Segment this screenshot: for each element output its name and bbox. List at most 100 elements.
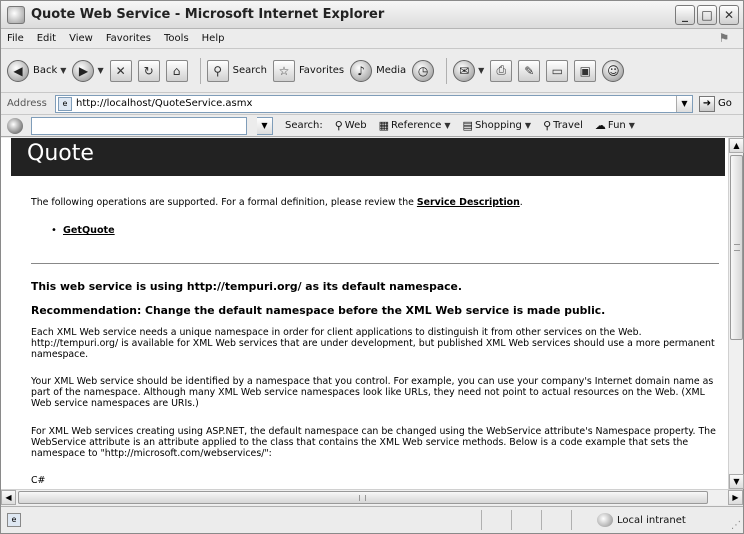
menu-help[interactable]: Help	[202, 33, 225, 44]
history-button[interactable]: ◷	[412, 56, 435, 86]
browser-window: Quote Web Service - Microsoft Internet E…	[0, 0, 744, 534]
scroll-left-icon[interactable]: ◀	[1, 490, 16, 505]
scroll-grip-icon	[734, 244, 740, 251]
reference-icon: ▦	[378, 119, 390, 132]
edit-icon: ✎	[518, 59, 541, 82]
media-icon: ♪	[350, 59, 373, 82]
web-search-button[interactable]: ⚲ Web	[335, 119, 367, 132]
page-title: Quote	[27, 141, 94, 166]
status-divider	[541, 510, 542, 530]
paragraph-3: For XML Web services creating using ASP.…	[31, 426, 716, 459]
divider	[31, 263, 719, 264]
search-label: Search:	[285, 120, 323, 131]
horizontal-scrollbar[interactable]: ◀ ▶	[1, 489, 743, 505]
paragraph-2: Your XML Web service should be identifie…	[31, 376, 714, 409]
forward-arrow-icon: ▶	[72, 59, 95, 82]
maximize-button[interactable]: □	[697, 5, 717, 25]
forward-button[interactable]: ▶ ▼	[72, 56, 104, 86]
scroll-right-icon[interactable]: ▶	[728, 490, 743, 505]
menu-favorites[interactable]: Favorites	[106, 33, 151, 44]
status-divider	[481, 510, 482, 530]
back-arrow-icon: ◀	[7, 59, 29, 82]
toolbar-separator	[446, 57, 448, 84]
messenger-icon: ☺	[602, 59, 625, 82]
address-url[interactable]: http://localhost/QuoteService.asmx	[76, 98, 252, 109]
menu-view[interactable]: View	[69, 33, 93, 44]
media-button[interactable]: ♪ Media	[350, 56, 406, 86]
travel-button[interactable]: ⚲ Travel	[543, 119, 583, 132]
web-label: Web	[344, 120, 367, 131]
page-icon: e	[58, 96, 72, 111]
standard-toolbar: ◀ Back ▼ ▶ ▼ ✕ ↻ ⌂ ⚲ Search ☆ Favorites …	[1, 49, 743, 93]
refresh-icon: ↻	[137, 59, 160, 82]
search-toolbar: ▼ Search: ⚲ Web ▦ Reference ▼ ▤ Shopping ▼ ⚲ T…	[1, 115, 743, 137]
printer-icon: ⎙	[490, 59, 513, 82]
go-label: Go	[718, 98, 732, 109]
windows-logo-icon: ⚑	[718, 31, 730, 45]
refresh-button[interactable]: ↻	[137, 56, 160, 86]
home-button[interactable]: ⌂	[165, 56, 188, 86]
getquote-link[interactable]: GetQuote	[63, 225, 115, 236]
code-language-label: C#	[31, 475, 46, 486]
namespace-line: This web service is using http://tempuri…	[31, 280, 462, 293]
discuss-icon: ▭	[546, 59, 569, 82]
discuss-button[interactable]: ▭	[546, 56, 569, 86]
resize-grip-icon[interactable]: ⋰	[731, 520, 741, 531]
fun-dropdown-icon[interactable]: ▼	[629, 121, 635, 130]
paragraph-1: Each XML Web service needs a unique name…	[31, 327, 715, 360]
status-divider	[511, 510, 512, 530]
intranet-zone-icon	[597, 513, 613, 527]
status-divider	[571, 510, 572, 530]
shopping-button[interactable]: ▤ Shopping ▼	[463, 119, 532, 132]
menu-edit[interactable]: Edit	[37, 33, 56, 44]
search-label: Search	[232, 65, 267, 76]
service-description-link[interactable]: Service Description	[417, 197, 520, 208]
minimize-button[interactable]: _	[675, 5, 695, 25]
mail-button[interactable]: ✉ ▼	[453, 56, 484, 86]
shopping-dropdown-icon[interactable]: ▼	[525, 121, 531, 130]
menu-tools[interactable]: Tools	[164, 33, 189, 44]
reference-button[interactable]: ▦ Reference ▼	[379, 119, 451, 132]
search-provider-icon[interactable]	[7, 117, 23, 134]
search-toolbar-input[interactable]	[31, 116, 247, 135]
back-button[interactable]: ◀ Back ▼	[7, 56, 66, 86]
window-controls: _ □ ✕	[675, 5, 739, 25]
go-button[interactable]: ➜ Go	[699, 95, 732, 112]
scroll-up-icon[interactable]: ▲	[729, 138, 744, 153]
security-zone[interactable]: Local intranet	[597, 513, 686, 527]
shopping-icon: ▤	[462, 119, 473, 132]
reference-dropdown-icon[interactable]: ▼	[444, 121, 450, 130]
favorites-label: Favorites	[298, 65, 345, 76]
scroll-down-icon[interactable]: ▼	[729, 474, 744, 489]
vertical-scroll-thumb[interactable]	[730, 155, 743, 340]
address-input[interactable]: e http://localhost/QuoteService.asmx ▼	[55, 94, 693, 113]
horizontal-scroll-thumb[interactable]	[18, 491, 708, 504]
search-button[interactable]: ⚲ Search	[206, 56, 267, 86]
menu-file[interactable]: File	[7, 33, 24, 44]
title-bar: Quote Web Service - Microsoft Internet E…	[1, 1, 743, 29]
mail-dropdown-icon[interactable]: ▼	[478, 66, 484, 75]
address-dropdown-icon[interactable]: ▼	[676, 95, 692, 112]
back-dropdown-icon[interactable]: ▼	[60, 66, 66, 75]
window-title: Quote Web Service - Microsoft Internet E…	[31, 7, 385, 22]
history-icon: ◷	[412, 59, 435, 82]
shopping-label: Shopping	[474, 120, 522, 131]
vertical-scrollbar[interactable]: ▲ ▼	[728, 138, 744, 489]
fun-button[interactable]: ☁ Fun ▼	[595, 119, 635, 132]
edit-button[interactable]: ✎	[518, 56, 541, 86]
stop-button[interactable]: ✕	[109, 56, 132, 86]
favorites-button[interactable]: ☆ Favorites	[272, 56, 345, 86]
bullet-icon: •	[51, 225, 57, 236]
intro-sentence: The following operations are supported. …	[31, 197, 417, 208]
close-button[interactable]: ✕	[719, 5, 739, 25]
magnifier-icon: ⚲	[334, 119, 343, 132]
media-label: Media	[376, 65, 407, 76]
address-bar: Address e http://localhost/QuoteService.…	[1, 93, 743, 115]
forward-dropdown-icon[interactable]: ▼	[97, 66, 103, 75]
ie-app-icon[interactable]	[7, 5, 25, 24]
messenger-button[interactable]: ☺	[602, 56, 625, 86]
research-button[interactable]: ▣	[574, 56, 597, 86]
recommendation-line: Recommendation: Change the default names…	[31, 304, 606, 317]
print-button[interactable]: ⎙	[490, 56, 513, 86]
search-dropdown-icon[interactable]: ▼	[257, 116, 273, 135]
